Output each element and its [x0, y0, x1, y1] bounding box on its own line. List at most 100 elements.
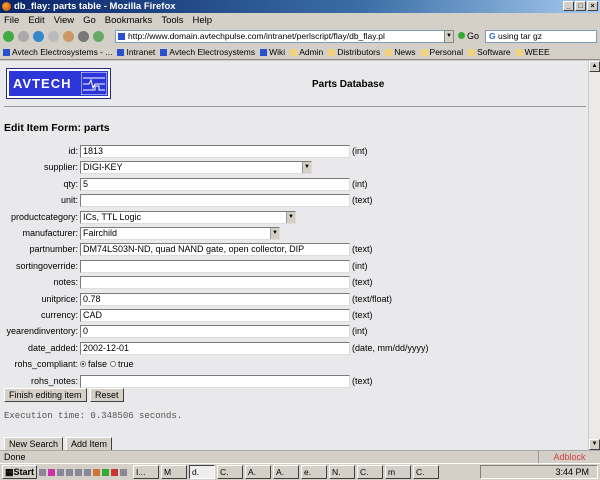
search-input[interactable]: G using tar gz [485, 30, 597, 43]
field-label: unit: [60, 195, 78, 206]
bookmark-item[interactable]: Wiki [260, 45, 285, 59]
taskbar-button[interactable]: N. [329, 465, 356, 479]
print-icon[interactable] [78, 31, 89, 42]
menu-tools[interactable]: Tools [161, 13, 183, 28]
bookmark-label: Avtech Electrosystems - ... [12, 47, 113, 57]
field-value: ICs, TTL Logic [83, 211, 142, 222]
quick-launch-icon[interactable] [102, 468, 110, 476]
minimize-button[interactable]: _ [563, 1, 574, 11]
radio-button-icon[interactable] [80, 361, 86, 368]
folder-icon [385, 49, 393, 56]
quick-launch-icon[interactable] [39, 468, 47, 476]
field-label: unitprice: [41, 293, 78, 304]
chevron-down-icon[interactable]: ▼ [286, 211, 295, 223]
menu-bookmarks[interactable]: Bookmarks [105, 13, 153, 28]
menu-go[interactable]: Go [83, 13, 96, 28]
taskbar-button[interactable]: A. [245, 465, 272, 479]
url-dropdown-button[interactable]: ▼ [444, 30, 454, 43]
manufacturer-select[interactable]: Fairchild ▼ [80, 227, 280, 240]
taskbar-button[interactable]: m [385, 465, 412, 479]
notes-input[interactable] [80, 276, 350, 290]
quick-launch-icon[interactable] [93, 468, 101, 476]
add-item-button[interactable]: Add Item [66, 437, 113, 450]
logo-text: AVTECH [13, 76, 72, 91]
quick-launch-icon[interactable] [75, 468, 83, 476]
quick-launch-icon[interactable] [48, 468, 56, 476]
taskbar-button[interactable]: e. [301, 465, 328, 479]
forward-icon[interactable] [18, 31, 29, 42]
form-row-notes: notes: (text) [0, 276, 588, 290]
maximize-button[interactable]: □ [575, 1, 586, 11]
menu-view[interactable]: View [54, 13, 74, 28]
unit-input[interactable] [80, 194, 350, 208]
bookmark-item[interactable]: Software [468, 45, 511, 59]
radio-false[interactable]: false [80, 359, 107, 369]
bookmark-item[interactable]: WEEE [515, 45, 550, 59]
radio-button-icon[interactable] [110, 361, 117, 368]
taskbar-button[interactable]: C. [413, 465, 440, 479]
scroll-down-icon[interactable]: ▼ [589, 439, 600, 450]
bookmark-item[interactable]: Distributors [328, 45, 380, 59]
field-type-hint: (int) [352, 260, 368, 271]
sortingoverride-input[interactable] [80, 259, 350, 273]
title-bar: db_flay: parts table - Mozilla Firefox _… [0, 0, 600, 13]
bookmark-item[interactable]: Avtech Electrosystems [160, 45, 255, 59]
currency-input[interactable]: CAD [80, 309, 350, 322]
quick-launch-icon[interactable] [84, 468, 92, 476]
vertical-scrollbar[interactable]: ▲ ▼ [588, 61, 600, 450]
date_added-input[interactable]: 2002-12-01 [80, 341, 350, 355]
mail-icon[interactable] [93, 31, 104, 42]
back-icon[interactable] [3, 31, 14, 42]
partnumber-input[interactable]: DM74LS03N-ND, quad NAND gate, open colle… [80, 243, 350, 257]
bookmarks-toolbar: Avtech Electrosystems - ... Intranet Avtec… [0, 45, 600, 60]
go-button[interactable]: Go [458, 31, 479, 41]
rohs_notes-input[interactable] [80, 374, 350, 388]
taskbar-button[interactable]: I... [133, 465, 160, 479]
start-button[interactable]: ▦Start [2, 465, 38, 479]
folder-icon [328, 49, 336, 56]
quick-launch-icon[interactable] [111, 468, 119, 476]
home-icon[interactable] [63, 31, 74, 42]
bookmark-item[interactable]: Intranet [117, 45, 155, 59]
taskbar-button[interactable]: C. [357, 465, 384, 479]
field-value: CAD [83, 310, 103, 320]
bookmark-item[interactable]: Admin [290, 45, 323, 59]
finish-editing-button[interactable]: Finish editing item [4, 388, 87, 402]
qty-input[interactable]: 5 [80, 177, 350, 191]
supplier-select[interactable]: DIGI-KEY ▼ [80, 161, 312, 175]
bookmark-item[interactable]: Avtech Electrosystems - ... [3, 45, 112, 59]
id-input[interactable]: 1813 [80, 145, 350, 158]
taskbar-button[interactable]: M [161, 465, 188, 479]
taskbar-button[interactable]: d. [189, 465, 216, 479]
scroll-up-icon[interactable]: ▲ [589, 61, 600, 72]
stop-icon[interactable] [48, 31, 59, 42]
menu-file[interactable]: File [4, 13, 19, 28]
new-search-button[interactable]: New Search [4, 437, 64, 450]
chevron-down-icon[interactable]: ▼ [270, 228, 279, 239]
radio-true[interactable]: true [110, 359, 134, 369]
avtech-logo[interactable]: AVTECH [6, 68, 111, 99]
reload-icon[interactable] [33, 31, 44, 42]
bookmark-item[interactable]: News [385, 45, 416, 59]
field-type-hint: (int) [352, 178, 368, 189]
field-type-hint: (int) [352, 326, 368, 337]
form-row-partnumber: partnumber: DM74LS03N-ND, quad NAND gate,… [0, 243, 588, 257]
quick-launch-icon[interactable] [66, 468, 74, 476]
reset-button[interactable]: Reset [90, 388, 124, 402]
menu-help[interactable]: Help [193, 13, 213, 28]
url-input[interactable]: http://www.domain.avtechpulse.com/intran… [115, 30, 450, 43]
unitprice-input[interactable]: 0.78 [80, 292, 350, 306]
quick-launch-icon[interactable] [57, 468, 65, 476]
field-type-hint: (text) [352, 277, 373, 288]
yearendinventory-input[interactable]: 0 [80, 325, 350, 339]
chevron-down-icon[interactable]: ▼ [302, 162, 311, 174]
radio-label: true [118, 359, 134, 370]
taskbar-button[interactable]: A. [273, 465, 300, 479]
close-button[interactable]: × [587, 1, 598, 11]
taskbar-button[interactable]: C. [217, 465, 244, 479]
quick-launch-icon[interactable] [120, 468, 128, 476]
adblock-button[interactable]: Adblock [538, 451, 600, 463]
bookmark-item[interactable]: Personal [420, 45, 463, 59]
productcategory-select[interactable]: ICs, TTL Logic ▼ [80, 210, 296, 224]
menu-edit[interactable]: Edit [28, 13, 44, 28]
